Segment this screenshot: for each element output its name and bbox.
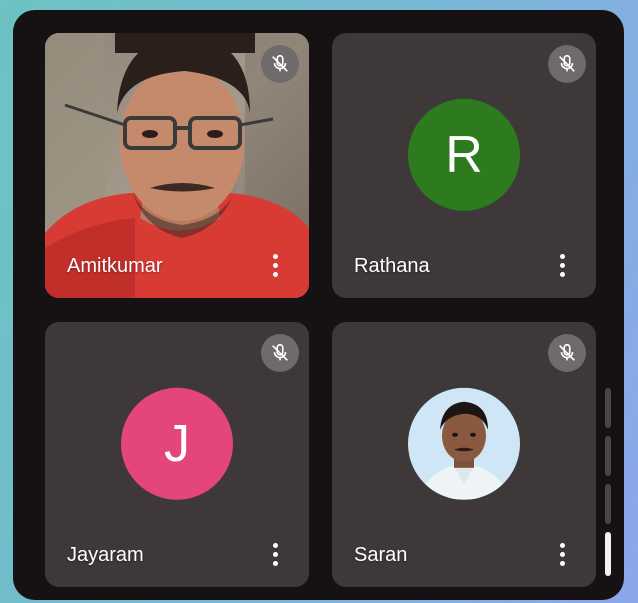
avatar-initial: J (164, 414, 190, 473)
mic-off-icon (548, 334, 586, 372)
participant-name: Jayaram (67, 544, 144, 566)
profile-photo (408, 387, 520, 500)
participant-tile-rathana[interactable]: R Rathana (332, 33, 596, 298)
participant-name: Amitkumar (67, 255, 163, 277)
participant-tile-jayaram[interactable]: J Jayaram (45, 322, 309, 587)
scroll-thumb[interactable] (605, 532, 611, 576)
more-vertical-icon[interactable] (552, 248, 572, 282)
scroll-segment (605, 436, 611, 476)
avatar: J (121, 387, 233, 500)
page-scroll-indicator[interactable] (605, 388, 613, 578)
participant-tile-saran[interactable]: Saran (332, 322, 596, 587)
participant-name: Saran (354, 544, 408, 566)
more-vertical-icon[interactable] (265, 248, 285, 282)
scroll-segment (605, 484, 611, 524)
avatar-initial: R (445, 125, 483, 184)
more-vertical-icon[interactable] (265, 537, 285, 571)
avatar: R (408, 98, 520, 211)
mic-off-icon (548, 45, 586, 83)
mic-off-icon (261, 45, 299, 83)
scroll-segment (605, 388, 611, 428)
participant-name: Rathana (354, 255, 430, 277)
participant-tile-amitkumar[interactable]: Amitkumar (45, 33, 309, 298)
mic-off-icon (261, 334, 299, 372)
avatar (408, 387, 520, 500)
more-vertical-icon[interactable] (552, 537, 572, 571)
